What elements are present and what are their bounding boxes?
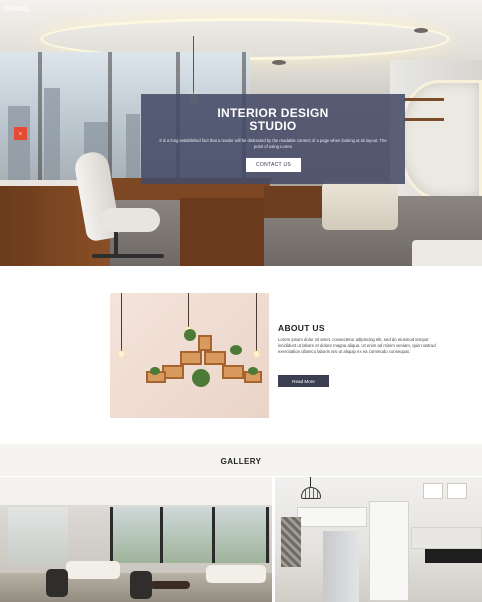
plant xyxy=(192,369,210,387)
desk-front xyxy=(180,198,264,266)
menu-button[interactable]: ≡ xyxy=(14,127,27,140)
lounge-chair xyxy=(46,569,68,597)
window-frame xyxy=(212,507,215,563)
about-image xyxy=(110,293,269,418)
wood-shelf-box xyxy=(198,335,212,351)
gallery-ceiling xyxy=(0,477,272,505)
plant xyxy=(248,367,258,375)
tile-backsplash xyxy=(281,517,301,567)
office-chair-foot xyxy=(92,254,164,258)
office-chair-seat xyxy=(100,208,160,232)
sofa xyxy=(411,527,482,549)
pendant-shade xyxy=(301,487,321,499)
logo[interactable]: SHAPEL xyxy=(4,7,30,13)
menu-icon: ≡ xyxy=(19,130,22,137)
wall-shelf xyxy=(404,118,444,121)
window-mullion xyxy=(38,52,42,184)
read-more-button[interactable]: Read More xyxy=(278,375,329,387)
low-table xyxy=(264,186,322,218)
city-tower xyxy=(44,88,60,184)
pendant-cord xyxy=(193,36,194,94)
pendant-bulb xyxy=(119,351,124,357)
wall-shelf xyxy=(404,98,444,101)
window-frame xyxy=(160,507,163,563)
gallery-window xyxy=(8,507,68,563)
gallery-title: GALLERY xyxy=(220,457,262,466)
refrigerator xyxy=(323,531,359,602)
hero-description: It is a long established fact that a rea… xyxy=(159,138,387,149)
pendant-cord xyxy=(256,293,257,351)
about-title: ABOUT US xyxy=(278,323,325,333)
gallery-image-kitchen[interactable] xyxy=(275,477,482,602)
gallery-image-living-room[interactable] xyxy=(0,477,272,602)
sofa xyxy=(206,565,266,583)
ceiling-spotlight xyxy=(272,60,286,65)
hero-title: INTERIOR DESIGN STUDIO xyxy=(217,106,329,133)
plant xyxy=(230,345,242,355)
about-text: Lorem ipsum dolor sit amet, consectetur … xyxy=(278,337,436,355)
city-tower xyxy=(126,114,140,184)
wall-art xyxy=(423,483,443,499)
wood-shelf-box xyxy=(180,351,202,365)
page: INTERIOR DESIGN STUDIO It is a long esta… xyxy=(0,0,482,602)
coffee-table xyxy=(150,581,190,589)
sofa xyxy=(66,561,120,579)
armchair xyxy=(322,182,398,230)
wood-shelf-box xyxy=(222,365,244,379)
pendant-cord xyxy=(121,293,122,351)
hero-section: INTERIOR DESIGN STUDIO It is a long esta… xyxy=(0,0,482,266)
gallery-window xyxy=(110,507,270,563)
hero-overlay-box: INTERIOR DESIGN STUDIO It is a long esta… xyxy=(141,94,405,184)
city-tower xyxy=(8,106,30,184)
wood-shelf-box xyxy=(204,351,226,365)
upper-cabinet xyxy=(297,507,367,527)
pendant-bulb xyxy=(254,351,259,357)
corner-chair xyxy=(412,240,482,266)
window-frame xyxy=(266,507,269,563)
window-frame xyxy=(110,507,113,563)
plant xyxy=(150,367,160,375)
lounge-chair xyxy=(130,571,152,599)
office-chair-base xyxy=(114,232,118,256)
kitchen-island xyxy=(425,549,482,563)
pendant-cord xyxy=(310,477,311,487)
pendant-cord xyxy=(188,293,189,327)
contact-us-button[interactable]: CONTACT US xyxy=(246,158,301,172)
tall-cabinet xyxy=(369,501,409,601)
wall-art xyxy=(447,483,467,499)
plant xyxy=(184,329,196,341)
ceiling-spotlight xyxy=(414,28,428,33)
